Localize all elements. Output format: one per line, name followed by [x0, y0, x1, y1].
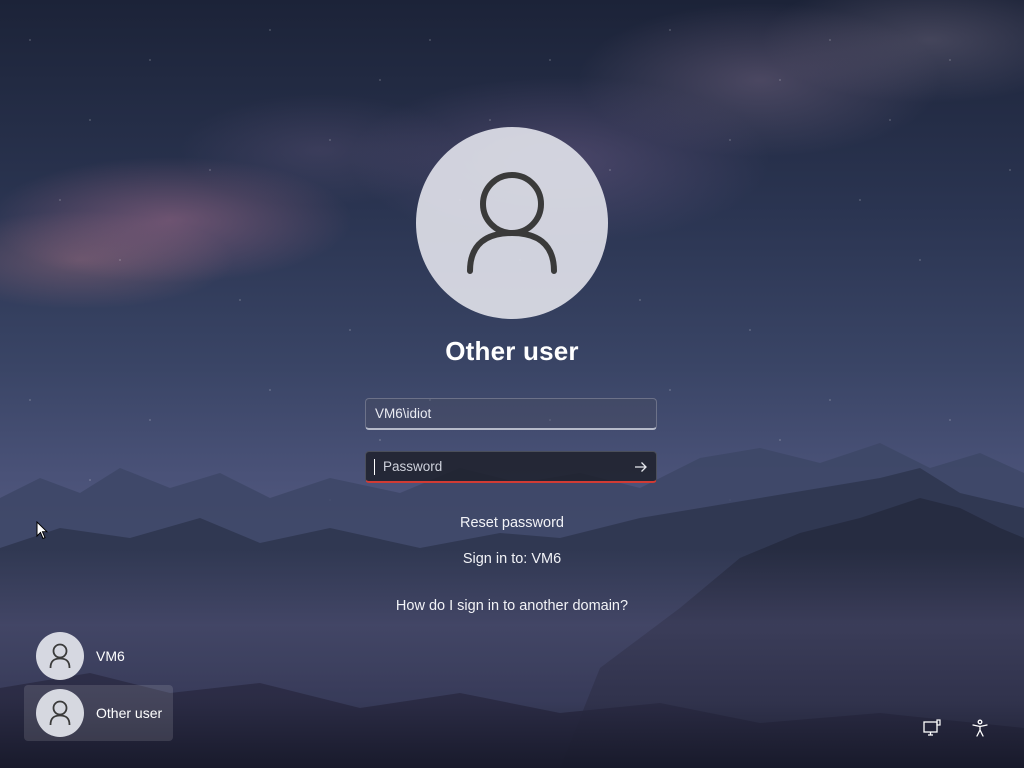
user-silhouette-icon [49, 700, 71, 726]
sign-in-to-label: Sign in to: VM6 [462, 551, 562, 567]
user-silhouette-icon [49, 643, 71, 669]
reset-password-link[interactable]: Reset password [312, 515, 712, 531]
user-avatar [416, 127, 608, 319]
password-input[interactable] [375, 458, 626, 475]
user-list-item-vm6[interactable]: VM6 [24, 628, 173, 684]
mouse-cursor-icon [36, 521, 48, 540]
accessibility-icon [972, 719, 988, 737]
user-list-item-other-user[interactable]: Other user [24, 685, 173, 741]
password-field[interactable] [365, 451, 657, 483]
username-field[interactable]: VM6\idiot [365, 398, 657, 430]
user-list-label: Other user [96, 705, 163, 721]
accessibility-button[interactable] [966, 714, 994, 742]
network-button[interactable] [918, 714, 946, 742]
user-list-label: VM6 [96, 648, 125, 664]
network-monitor-icon [923, 719, 941, 736]
submit-button[interactable] [626, 453, 656, 481]
avatar [36, 689, 84, 737]
arrow-right-icon [635, 461, 647, 472]
username-value[interactable]: VM6\idiot [366, 406, 656, 421]
user-name-title: Other user [445, 336, 579, 366]
avatar [36, 632, 84, 680]
other-domain-link[interactable]: How do I sign in to another domain? [312, 598, 712, 614]
user-silhouette-icon [467, 172, 557, 274]
